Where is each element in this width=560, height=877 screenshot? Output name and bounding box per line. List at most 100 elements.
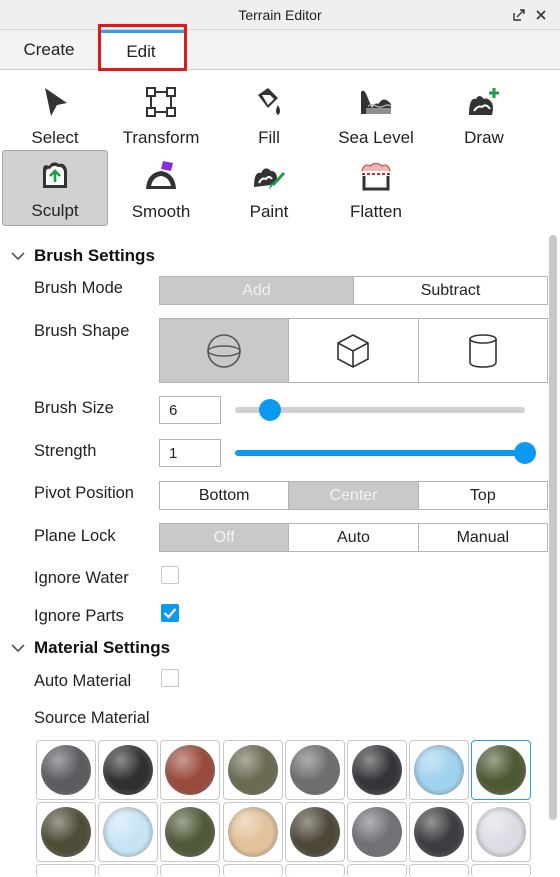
pivot-position-label: Pivot Position xyxy=(34,484,134,502)
strength-input[interactable]: 1 xyxy=(159,439,221,467)
material-swatch[interactable] xyxy=(98,864,159,877)
asphalt-material-icon xyxy=(41,745,91,795)
tool-paint[interactable]: Paint xyxy=(216,152,322,226)
sphere-icon xyxy=(207,333,241,368)
limestone-material-icon xyxy=(227,807,278,858)
tool-flatten[interactable]: Flatten xyxy=(323,152,429,226)
brush-settings-header[interactable]: Brush Settings xyxy=(10,245,155,267)
pivot-bottom-button[interactable]: Bottom xyxy=(160,482,288,509)
material-swatch[interactable] xyxy=(471,802,532,863)
tool-label: Draw xyxy=(464,128,504,147)
source-material-label: Source Material xyxy=(34,709,150,727)
ice-material-icon xyxy=(103,807,154,858)
section-title: Brush Settings xyxy=(34,246,155,265)
tool-draw[interactable]: Draw xyxy=(431,78,537,152)
pavement-material-icon xyxy=(352,807,402,858)
material-swatch[interactable] xyxy=(284,802,345,863)
tab-bar: Create Edit xyxy=(0,30,560,71)
tool-label: Paint xyxy=(249,202,289,221)
mud-material-icon xyxy=(289,807,340,858)
sculpt-icon xyxy=(37,157,73,193)
material-swatch[interactable] xyxy=(409,864,470,877)
scrollbar[interactable] xyxy=(549,235,557,820)
ground-material-icon xyxy=(41,807,91,858)
tool-smooth[interactable]: Smooth xyxy=(108,152,214,226)
pivot-center-button[interactable]: Center xyxy=(288,482,418,509)
ignore-water-checkbox[interactable] xyxy=(161,566,179,584)
material-swatch[interactable] xyxy=(347,740,407,800)
rock-material-icon xyxy=(414,807,465,858)
flatten-icon xyxy=(358,158,394,194)
material-swatch[interactable] xyxy=(222,802,283,863)
brush-mode-label: Brush Mode xyxy=(34,279,123,297)
material-settings-header[interactable]: Material Settings xyxy=(10,637,170,659)
strength-slider-handle[interactable] xyxy=(514,442,536,464)
cube-icon xyxy=(337,333,370,368)
tool-label: Transform xyxy=(122,128,200,147)
tab-create[interactable]: Create xyxy=(0,30,98,70)
material-swatch[interactable] xyxy=(36,802,96,863)
tool-label: Sculpt xyxy=(31,201,79,220)
brush-size-input[interactable]: 6 xyxy=(159,396,221,424)
tool-fill[interactable]: Fill xyxy=(216,78,322,152)
material-swatch[interactable] xyxy=(222,864,283,877)
material-swatch[interactable] xyxy=(36,864,96,877)
tool-sea-level[interactable]: Sea Level xyxy=(323,78,429,152)
brush-shape-cylinder-button[interactable] xyxy=(417,319,547,382)
brush-shape-cube-button[interactable] xyxy=(288,319,417,382)
auto-material-checkbox[interactable] xyxy=(161,669,179,687)
brush-mode-segmented: Add Subtract xyxy=(159,276,548,305)
tab-edit[interactable]: Edit xyxy=(98,30,184,71)
tool-select[interactable]: Select xyxy=(2,78,108,152)
material-swatch[interactable] xyxy=(284,864,345,877)
close-icon[interactable] xyxy=(532,6,550,24)
material-swatch[interactable] xyxy=(471,740,532,800)
chevron-down-icon xyxy=(11,644,25,653)
tool-label: Select xyxy=(31,128,79,147)
ignore-parts-checkbox[interactable] xyxy=(161,604,179,622)
auto-material-label: Auto Material xyxy=(34,672,132,690)
brush-size-label: Brush Size xyxy=(34,399,114,417)
material-swatch[interactable] xyxy=(409,802,470,863)
brush-shape-sphere-button[interactable] xyxy=(160,319,289,382)
material-swatch[interactable] xyxy=(222,740,283,800)
plane-lock-auto-button[interactable]: Auto xyxy=(288,524,417,551)
plane-lock-manual-button[interactable]: Manual xyxy=(417,524,547,551)
material-swatch[interactable] xyxy=(409,740,470,800)
tool-label: Fill xyxy=(258,128,280,147)
material-swatch[interactable] xyxy=(347,802,407,863)
brush-mode-add-button[interactable]: Add xyxy=(160,277,353,304)
material-swatch[interactable] xyxy=(98,740,159,800)
ignore-water-label: Ignore Water xyxy=(34,569,129,587)
tool-transform[interactable]: Transform xyxy=(108,78,214,152)
material-swatch[interactable] xyxy=(160,864,221,877)
plane-lock-segmented: Off Auto Manual xyxy=(159,523,548,552)
plane-lock-off-button[interactable]: Off xyxy=(160,524,289,551)
checkmark-icon xyxy=(163,608,177,619)
brick-material-icon xyxy=(165,745,216,795)
tool-sculpt[interactable]: Sculpt xyxy=(2,150,108,226)
material-swatch[interactable] xyxy=(347,864,407,877)
basalt-material-icon xyxy=(103,745,154,795)
material-swatch[interactable] xyxy=(160,802,221,863)
material-swatch[interactable] xyxy=(284,740,345,800)
pivot-top-button[interactable]: Top xyxy=(417,482,547,509)
brush-shape-label: Brush Shape xyxy=(34,322,130,340)
ignore-parts-label: Ignore Parts xyxy=(34,607,124,625)
cobblestone-material-icon xyxy=(227,745,278,795)
material-swatch[interactable] xyxy=(36,740,96,800)
material-swatch[interactable] xyxy=(160,740,221,800)
leafygrass-material-icon xyxy=(165,807,216,858)
fill-bucket-icon xyxy=(251,84,287,120)
undock-icon[interactable] xyxy=(510,6,528,24)
material-swatch[interactable] xyxy=(471,864,532,877)
section-title: Material Settings xyxy=(34,638,171,657)
cylinder-icon xyxy=(469,333,497,368)
material-swatch[interactable] xyxy=(98,802,159,863)
title-bar: Terrain Editor xyxy=(0,0,560,30)
brush-size-slider-handle[interactable] xyxy=(259,399,282,421)
strength-label: Strength xyxy=(34,442,97,460)
paint-icon xyxy=(251,158,287,194)
brush-mode-subtract-button[interactable]: Subtract xyxy=(353,277,547,304)
pivot-position-segmented: Bottom Center Top xyxy=(159,481,548,510)
